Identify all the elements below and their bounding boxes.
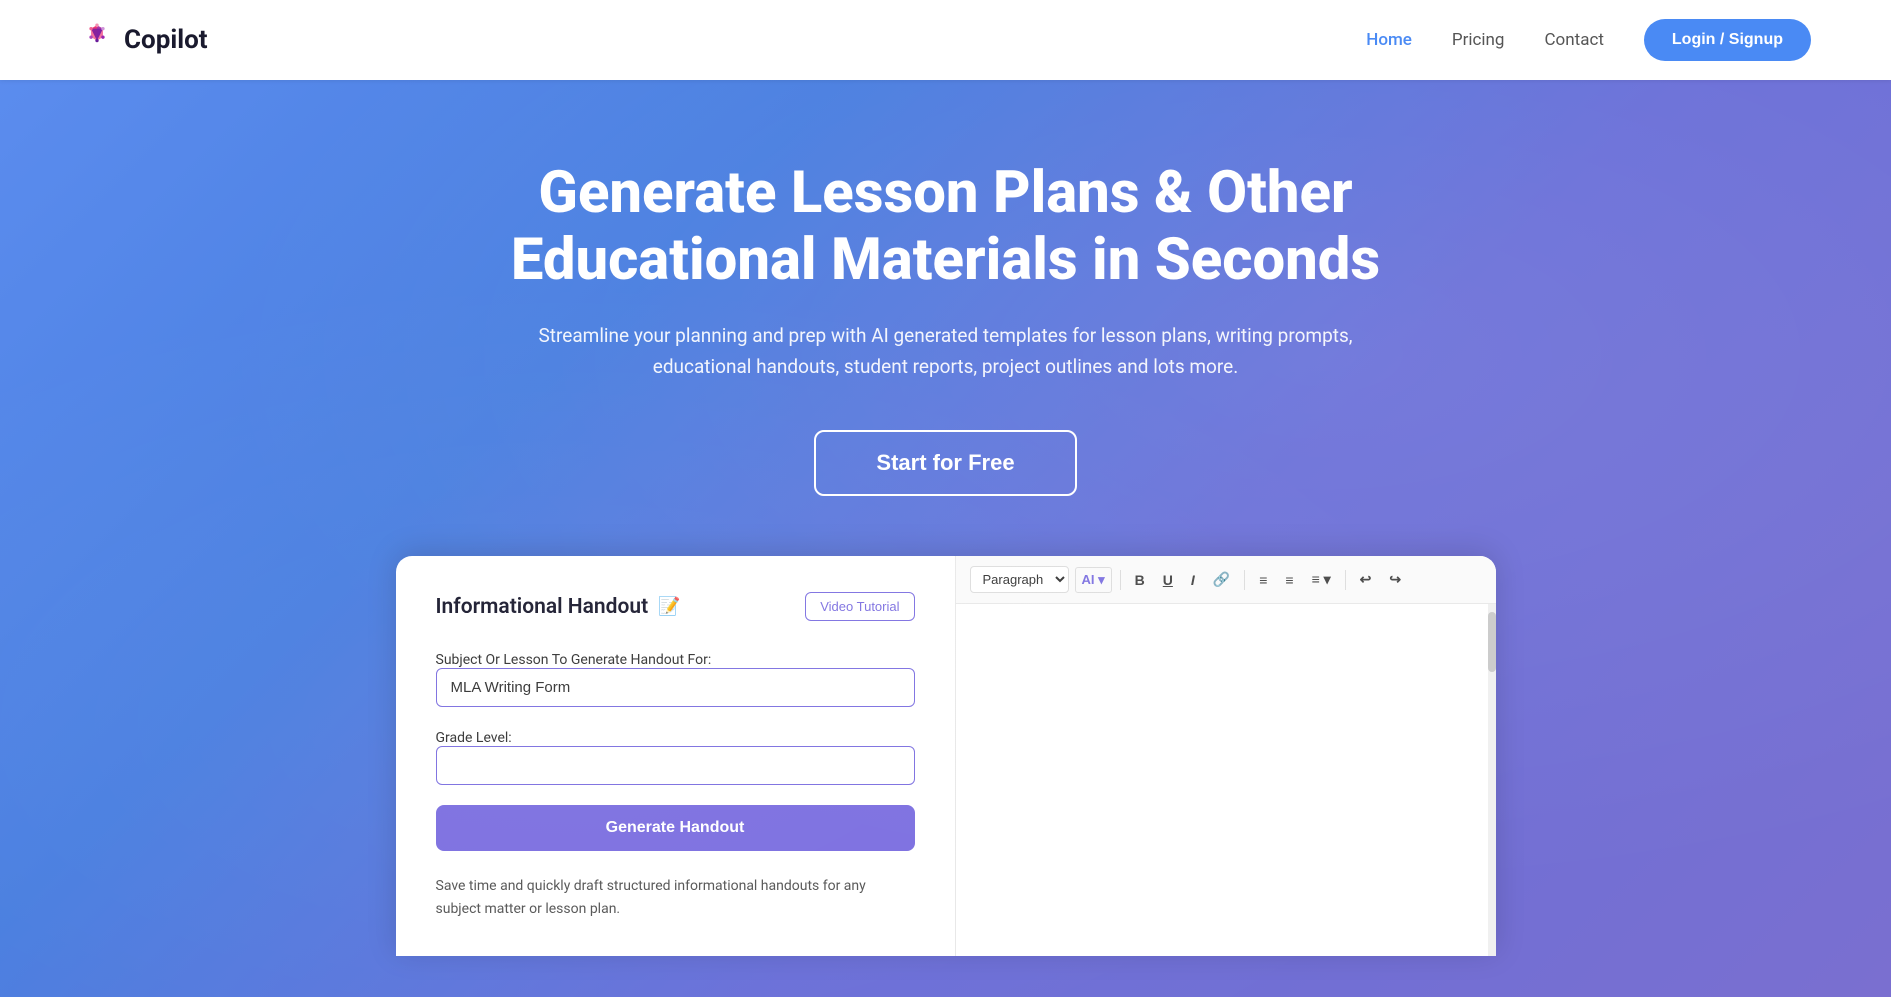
divider-2: [1244, 570, 1245, 590]
panel-title: Informational Handout 📝: [436, 595, 681, 619]
logo[interactable]: Copilot: [80, 21, 208, 59]
ai-button[interactable]: AI ▾: [1075, 567, 1112, 593]
scrollbar-track[interactable]: [1488, 604, 1496, 956]
video-tutorial-button[interactable]: Video Tutorial: [805, 592, 914, 621]
undo-button[interactable]: ↩: [1354, 567, 1378, 592]
left-panel: Informational Handout 📝 Video Tutorial S…: [396, 556, 956, 956]
panel-title-text: Informational Handout: [436, 595, 649, 619]
start-for-free-button[interactable]: Start for Free: [814, 430, 1076, 496]
grade-label: Grade Level:: [436, 730, 512, 746]
hero-title: Generate Lesson Plans & Other Educationa…: [486, 160, 1406, 293]
divider-1: [1120, 570, 1121, 590]
hero-subtitle: Streamline your planning and prep with A…: [536, 321, 1356, 382]
panel-description: Save time and quickly draft structured i…: [436, 875, 915, 920]
brand-name: Copilot: [124, 25, 208, 55]
app-card: Informational Handout 📝 Video Tutorial S…: [396, 556, 1496, 956]
ordered-list-button[interactable]: ≡: [1279, 568, 1299, 592]
underline-button[interactable]: U: [1157, 568, 1179, 592]
subject-input[interactable]: [436, 668, 915, 707]
grade-input[interactable]: [436, 746, 915, 785]
nav-contact[interactable]: Contact: [1544, 30, 1603, 50]
nav-home[interactable]: Home: [1366, 30, 1412, 50]
login-signup-button[interactable]: Login / Signup: [1644, 19, 1811, 61]
subject-label: Subject Or Lesson To Generate Handout Fo…: [436, 652, 712, 668]
navbar: Copilot Home Pricing Contact Login / Sig…: [0, 0, 1891, 80]
editor-toolbar: Paragraph AI ▾ B U I 🔗 ≡ ≡ ≡ ▾ ↩ ↪: [956, 556, 1496, 604]
scrollbar-thumb[interactable]: [1488, 612, 1496, 672]
bold-button[interactable]: B: [1129, 568, 1151, 592]
paragraph-select[interactable]: Paragraph: [970, 566, 1069, 593]
unordered-list-button[interactable]: ≡: [1253, 568, 1273, 592]
editor-body[interactable]: [956, 604, 1488, 956]
right-panel: Paragraph AI ▾ B U I 🔗 ≡ ≡ ≡ ▾ ↩ ↪: [956, 556, 1496, 956]
edit-icon: 📝: [658, 596, 680, 617]
copilot-logo-icon: [80, 21, 114, 59]
link-button[interactable]: 🔗: [1207, 567, 1236, 592]
panel-header: Informational Handout 📝 Video Tutorial: [436, 592, 915, 621]
nav-links: Home Pricing Contact Login / Signup: [1366, 19, 1811, 61]
generate-handout-button[interactable]: Generate Handout: [436, 805, 915, 851]
align-button[interactable]: ≡ ▾: [1306, 567, 1337, 592]
redo-button[interactable]: ↪: [1383, 567, 1407, 592]
divider-3: [1345, 570, 1346, 590]
nav-pricing[interactable]: Pricing: [1452, 30, 1505, 50]
italic-button[interactable]: I: [1185, 568, 1201, 592]
hero-section: Generate Lesson Plans & Other Educationa…: [0, 80, 1891, 997]
